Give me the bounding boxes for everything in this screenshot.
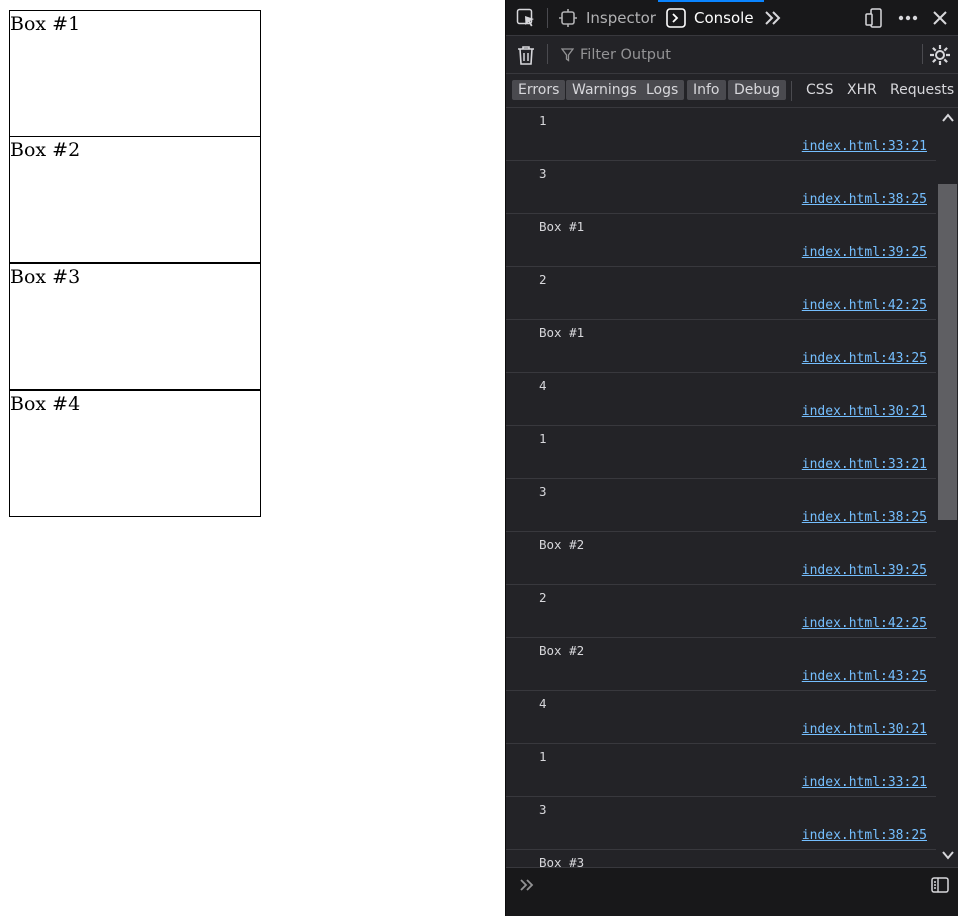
log-message: 3 — [539, 802, 547, 817]
log-message: Box #2 — [539, 643, 585, 658]
responsive-design-icon[interactable] — [863, 7, 885, 29]
source-link[interactable]: index.html:43:25 — [802, 351, 927, 366]
source-link[interactable]: index.html:38:25 — [802, 828, 927, 843]
level-separator — [791, 81, 792, 101]
source-link[interactable]: index.html:42:25 — [802, 616, 927, 631]
console-row: Box #2 index.html:43:25 — [506, 638, 936, 691]
prompt-chevron-icon — [516, 874, 538, 896]
log-message: 4 — [539, 378, 547, 393]
box-label: Box #1 — [10, 13, 81, 35]
filter-xhr-button[interactable]: XHR — [847, 80, 877, 100]
filter-output-input[interactable]: Filter Output — [561, 45, 861, 65]
log-level-filters: Errors Warnings Logs Info Debug CSS XHR … — [506, 74, 958, 108]
box-label: Box #4 — [10, 393, 81, 415]
console-scrollbar[interactable] — [936, 108, 958, 867]
tab-console[interactable]: Console — [658, 0, 764, 35]
console-row: 3 index.html:38:25 — [506, 479, 936, 532]
console-row: 1 index.html:33:21 — [506, 744, 936, 797]
filter-errors-button[interactable]: Errors — [512, 80, 566, 100]
filter-debug-button[interactable]: Debug — [728, 80, 787, 100]
source-link[interactable]: index.html:33:21 — [802, 139, 927, 154]
tab-inspector[interactable]: Inspector — [558, 0, 656, 35]
filter-separator — [547, 44, 548, 64]
log-message: 3 — [539, 484, 547, 499]
log-message: 1 — [539, 113, 547, 128]
inspector-icon — [558, 8, 578, 28]
console-row: 1 index.html:33:21 — [506, 108, 936, 161]
more-tabs-chevron-icon[interactable] — [762, 7, 784, 29]
console-row: 4 index.html:30:21 — [506, 373, 936, 426]
source-link[interactable]: index.html:43:25 — [802, 669, 927, 684]
log-message: 1 — [539, 749, 547, 764]
console-filter-bar: Filter Output — [506, 36, 958, 74]
tab-label: Console — [694, 8, 754, 27]
devtools-toolbar: Inspector Console — [506, 0, 958, 36]
log-message: 3 — [539, 166, 547, 181]
console-row: 1 index.html:33:21 — [506, 426, 936, 479]
toolbar-separator — [547, 8, 548, 28]
tab-label: Inspector — [586, 8, 656, 27]
element-picker-icon[interactable] — [515, 7, 537, 29]
settings-gear-icon[interactable] — [929, 44, 951, 66]
source-link[interactable]: index.html:38:25 — [802, 192, 927, 207]
log-message: Box #1 — [539, 219, 585, 234]
source-link[interactable]: index.html:33:21 — [802, 457, 927, 472]
console-row: 3 index.html:38:25 — [506, 161, 936, 214]
console-row: 2 index.html:42:25 — [506, 267, 936, 320]
trash-icon[interactable] — [515, 44, 537, 66]
more-options-icon[interactable] — [897, 7, 919, 29]
console-row: 4 index.html:30:21 — [506, 691, 936, 744]
editor-mode-icon[interactable] — [929, 874, 951, 896]
console-row: Box #2 index.html:39:25 — [506, 532, 936, 585]
log-message: 2 — [539, 590, 547, 605]
log-message: 2 — [539, 272, 547, 287]
source-link[interactable]: index.html:38:25 — [802, 510, 927, 525]
scroll-up-icon[interactable] — [939, 111, 956, 127]
scroll-down-icon[interactable] — [939, 848, 956, 864]
box-3: Box #3 — [9, 263, 261, 390]
log-message: 4 — [539, 696, 547, 711]
filter-warnings-button[interactable]: Warnings — [566, 80, 643, 100]
source-link[interactable]: index.html:33:21 — [802, 775, 927, 790]
console-row: 3 index.html:38:25 — [506, 797, 936, 850]
box-4: Box #4 — [9, 390, 261, 517]
page-content: Box #1 Box #2 Box #3 Box #4 — [0, 0, 505, 916]
filter-css-button[interactable]: CSS — [806, 80, 834, 100]
source-link[interactable]: index.html:39:25 — [802, 563, 927, 578]
log-message: Box #2 — [539, 537, 585, 552]
filter-info-button[interactable]: Info — [687, 80, 726, 100]
scrollbar-thumb[interactable] — [938, 184, 957, 520]
console-row: Box #1 index.html:43:25 — [506, 320, 936, 373]
source-link[interactable]: index.html:30:21 — [802, 404, 927, 419]
log-message: Box #1 — [539, 325, 585, 340]
filter-logs-button[interactable]: Logs — [640, 80, 685, 100]
source-link[interactable]: index.html:30:21 — [802, 722, 927, 737]
box-1: Box #1 — [9, 10, 261, 137]
box-label: Box #3 — [10, 266, 81, 288]
devtools-panel: Inspector Console Filter Output Errors W… — [505, 0, 958, 916]
console-row: Box #3 — [506, 850, 936, 867]
console-row: 2 index.html:42:25 — [506, 585, 936, 638]
source-link[interactable]: index.html:39:25 — [802, 245, 927, 260]
filter-funnel-icon — [561, 48, 574, 62]
log-message: 1 — [539, 431, 547, 446]
filter-placeholder: Filter Output — [580, 47, 671, 63]
log-message: Box #3 — [539, 855, 585, 867]
filter-requests-button[interactable]: Requests — [890, 80, 954, 100]
console-input[interactable] — [506, 867, 958, 916]
box-label: Box #2 — [10, 139, 81, 161]
close-icon[interactable] — [929, 7, 951, 29]
source-link[interactable]: index.html:42:25 — [802, 298, 927, 313]
console-row: Box #1 index.html:39:25 — [506, 214, 936, 267]
box-2: Box #2 — [9, 136, 261, 263]
console-output: 1 index.html:33:21 3 index.html:38:25 Box … — [506, 108, 936, 867]
filter-separator — [922, 44, 923, 64]
console-icon — [666, 7, 686, 28]
